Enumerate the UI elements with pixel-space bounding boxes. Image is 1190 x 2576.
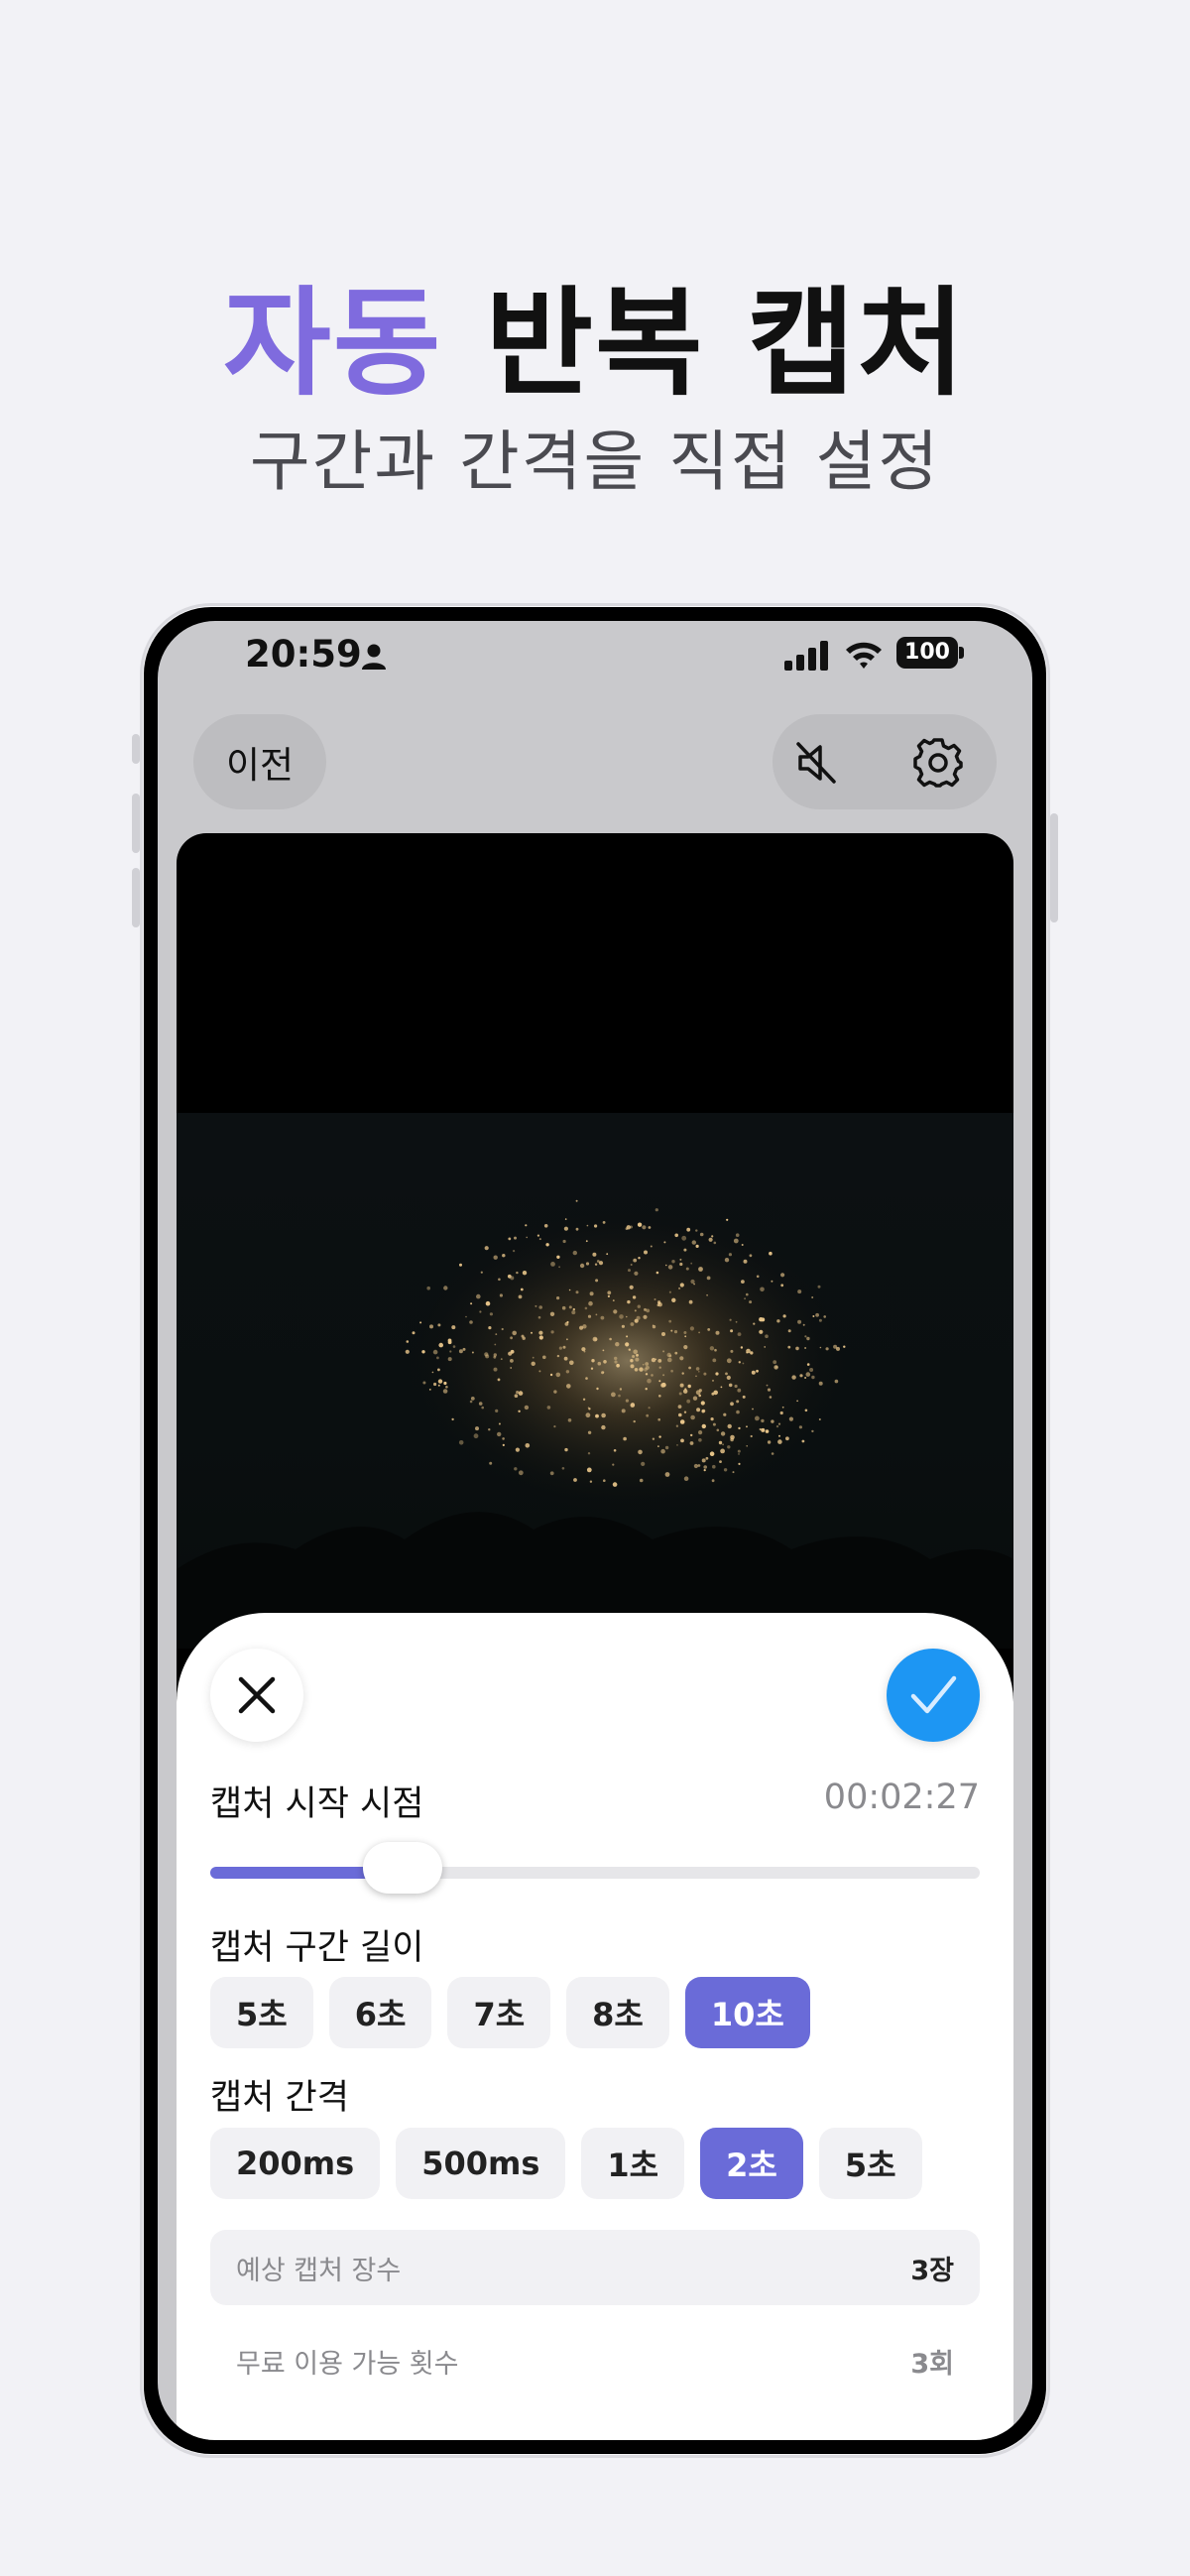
expected-count-row: 예상 캡처 장수 3장 (210, 2230, 980, 2305)
interval-option-chip[interactable]: 500ms (396, 2128, 566, 2199)
interval-option-chip[interactable]: 1초 (581, 2128, 685, 2199)
checkmark-icon (910, 1675, 957, 1714)
phone-side-button (132, 734, 140, 764)
status-bar: 20:59 100 (158, 621, 1032, 700)
wifi-icon (846, 642, 882, 669)
headline: 자동 반복 캡처 (0, 248, 1190, 418)
headline-rest: 반복 캡처 (442, 275, 967, 412)
back-button[interactable]: 이전 (193, 714, 326, 809)
person-icon (362, 644, 386, 670)
interval-option-chip[interactable]: 200ms (210, 2128, 381, 2199)
slider-thumb[interactable] (363, 1842, 442, 1894)
expected-count-value: 3장 (910, 2255, 954, 2286)
phone-bezel: 20:59 100 이전 캡처 시작 시점 00:02:27 캡처 구간 길이 … (144, 607, 1046, 2454)
close-icon (238, 1676, 276, 1714)
subheadline: 구간과 간격을 직접 설정 (249, 424, 941, 500)
phone-power-button (1050, 813, 1058, 922)
length-option-chip[interactable]: 10초 (684, 1977, 810, 2048)
length-label: 캡처 구간 길이 (210, 1928, 424, 1968)
length-option-chip[interactable]: 8초 (566, 1977, 669, 2048)
start-time-readout: 00:02:27 (823, 1778, 980, 1817)
phone-screen: 20:59 100 이전 캡처 시작 시점 00:02:27 캡처 구간 길이 … (158, 621, 1032, 2440)
gear-icon[interactable] (911, 736, 965, 790)
toolbar-pill (773, 714, 997, 809)
start-point-label: 캡처 시작 시점 (210, 1784, 424, 1824)
expected-count-label: 예상 캡처 장수 (236, 2255, 402, 2286)
status-time: 20:59 (245, 633, 362, 675)
mute-icon[interactable] (792, 738, 842, 788)
fireworks-video-frame (177, 1113, 1013, 1649)
phone-volume-down (132, 868, 140, 927)
free-uses-label: 무료 이용 가능 횟수 (236, 2348, 459, 2380)
headline-accent: 자동 (223, 275, 443, 412)
close-button[interactable] (210, 1649, 303, 1742)
length-option-chip[interactable]: 6초 (328, 1977, 432, 2048)
length-option-chip[interactable]: 5초 (210, 1977, 313, 2048)
confirm-button[interactable] (887, 1649, 980, 1742)
interval-label: 캡처 간격 (210, 2078, 349, 2118)
length-option-chip[interactable]: 7초 (447, 1977, 551, 2048)
cellular-signal-icon (784, 641, 828, 671)
free-uses-row: 무료 이용 가능 횟수 3회 (210, 2323, 980, 2398)
interval-option-chip[interactable]: 5초 (818, 2128, 922, 2199)
start-point-slider[interactable] (210, 1842, 980, 1894)
interval-options: 200ms 500ms 1초 2초 5초 (210, 2128, 922, 2199)
battery-indicator: 100 (896, 637, 958, 669)
fireworks-image (177, 1199, 1013, 1649)
length-options: 5초 6초 7초 8초 10초 (210, 1977, 810, 2048)
capture-settings-sheet: 캡처 시작 시점 00:02:27 캡처 구간 길이 5초 6초 7초 8초 10초 캡… (177, 1613, 1013, 2440)
interval-option-chip[interactable]: 2초 (700, 2128, 803, 2199)
free-uses-value: 3회 (910, 2348, 954, 2380)
battery-tip (959, 647, 964, 659)
phone-volume-up (132, 794, 140, 853)
